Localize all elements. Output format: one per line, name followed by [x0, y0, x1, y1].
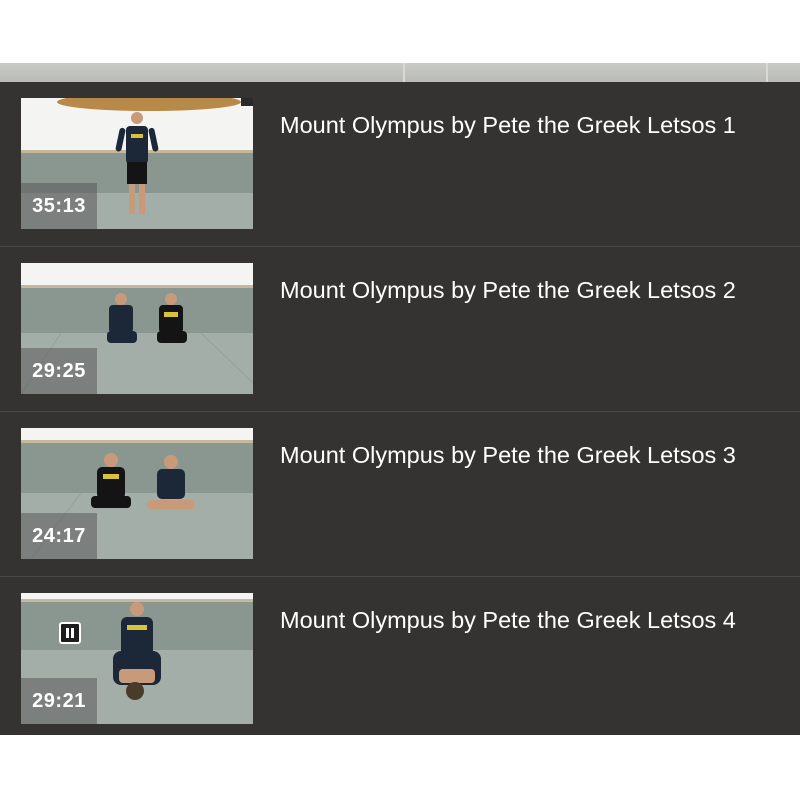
video-title[interactable]: Mount Olympus by Pete the Greek Letsos 1: [280, 110, 795, 140]
mat-seam: [403, 63, 405, 82]
video-thumbnail[interactable]: 29:25: [21, 263, 253, 394]
playlist-item-4[interactable]: 29:21 Mount Olympus by Pete the Greek Le…: [0, 576, 800, 741]
playlist-item-2[interactable]: 29:25 Mount Olympus by Pete the Greek Le…: [0, 246, 800, 411]
video-playlist: 35:13 Mount Olympus by Pete the Greek Le…: [0, 82, 800, 735]
video-duration: 29:21: [21, 678, 97, 724]
video-title[interactable]: Mount Olympus by Pete the Greek Letsos 2: [280, 275, 795, 305]
pause-icon[interactable]: [59, 622, 81, 644]
page: 35:13 Mount Olympus by Pete the Greek Le…: [0, 0, 800, 800]
mat-seam: [766, 63, 768, 82]
playlist-item-1[interactable]: 35:13 Mount Olympus by Pete the Greek Le…: [0, 82, 800, 246]
video-duration: 29:25: [21, 348, 97, 394]
video-duration: 24:17: [21, 513, 97, 559]
video-duration: 35:13: [21, 183, 97, 229]
top-mat-strip: [0, 63, 800, 82]
playlist-item-3[interactable]: 24:17 Mount Olympus by Pete the Greek Le…: [0, 411, 800, 576]
video-thumbnail[interactable]: 29:21: [21, 593, 253, 724]
video-title[interactable]: Mount Olympus by Pete the Greek Letsos 4: [280, 605, 795, 635]
video-thumbnail[interactable]: 24:17: [21, 428, 253, 559]
video-thumbnail[interactable]: 35:13: [21, 98, 253, 229]
video-title[interactable]: Mount Olympus by Pete the Greek Letsos 3: [280, 440, 795, 470]
